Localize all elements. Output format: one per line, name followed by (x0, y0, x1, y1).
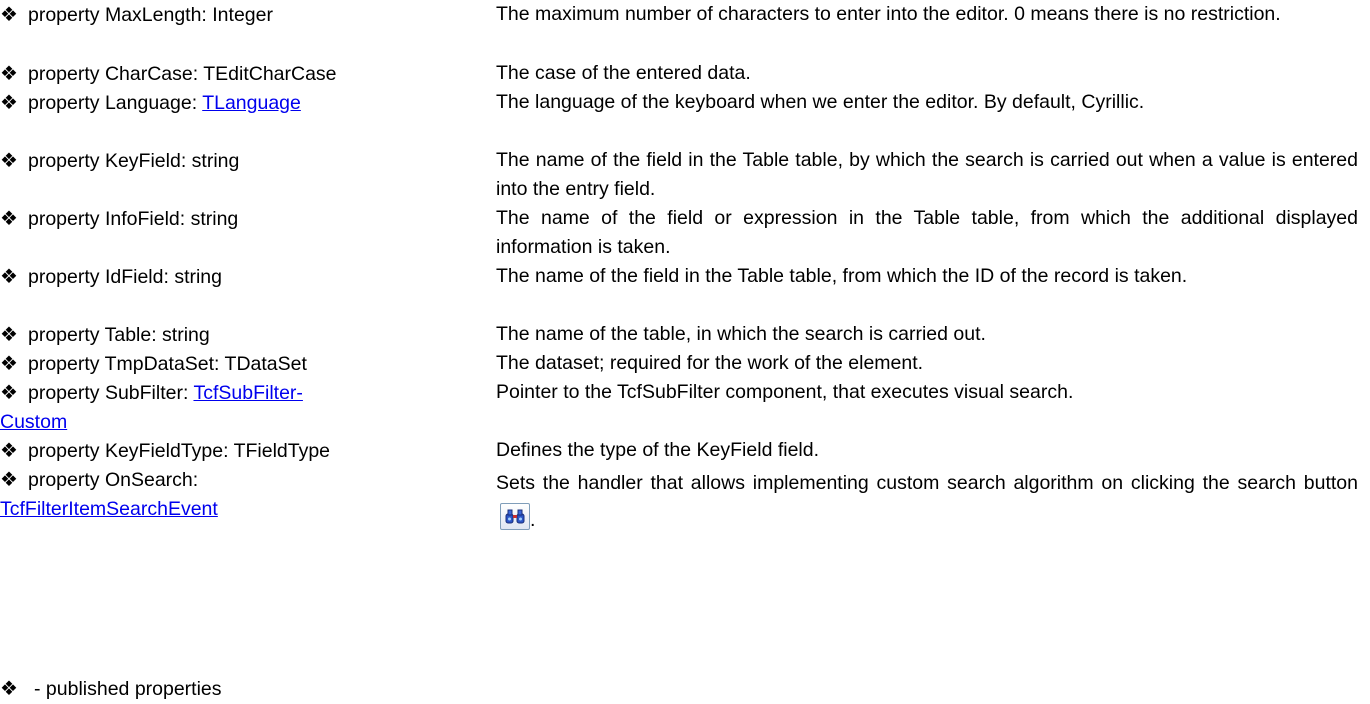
bullet-icon: ❖ (0, 264, 18, 288)
property-name: property InfoField: string (28, 208, 239, 230)
tcfsubfiltercustom-link-part1[interactable]: TcfSubFilter- (193, 382, 302, 404)
property-signature: ❖ property InfoField: string (0, 204, 460, 234)
property-signature: ❖ property Table: string (0, 320, 460, 350)
tcffilteritemsearchevent-link[interactable]: TcfFilterItemSearchEvent (0, 498, 218, 520)
search-button-icon (500, 503, 530, 530)
property-description-period: . (530, 509, 536, 531)
property-signature: ❖ property Language: TLanguage (0, 88, 460, 118)
property-name: property CharCase: TEditCharCase (28, 63, 337, 85)
property-name: property MaxLength: Integer (28, 4, 273, 26)
bullet-icon: ❖ (0, 676, 18, 700)
bullet-icon: ❖ (0, 380, 18, 404)
property-description: The name of the field in the Table table… (496, 149, 1358, 200)
property-signature: ❖ property MaxLength: Integer (0, 0, 460, 30)
bullet-icon: ❖ (0, 206, 18, 230)
property-description: The language of the keyboard when we ent… (496, 91, 1145, 113)
property-signature: ❖ property KeyField: string (0, 146, 460, 176)
legend: ❖ - published properties (0, 674, 222, 704)
bullet-icon: ❖ (0, 90, 18, 114)
property-description: The case of the entered data. (496, 62, 751, 84)
property-name: property SubFilter: (28, 382, 194, 404)
property-description: Sets the handler that allows implementin… (496, 465, 1358, 539)
property-description: The dataset; required for the work of th… (496, 352, 924, 374)
bullet-icon: ❖ (0, 2, 18, 26)
property-description: Defines the type of the KeyField field. (496, 439, 820, 461)
property-signature: ❖ property IdField: string (0, 262, 460, 292)
bullet-icon: ❖ (0, 148, 18, 172)
property-name: property OnSearch: (28, 469, 199, 491)
bullet-icon: ❖ (0, 467, 18, 491)
legend-text: - published properties (34, 678, 222, 700)
property-signature: ❖ property TmpDataSet: TDataSet (0, 349, 460, 379)
property-description: The name of the field or expression in t… (496, 207, 1358, 258)
property-signature: ❖ property KeyFieldType: TFieldType (0, 436, 460, 466)
property-signature: ❖ property OnSearch: TcfFilterItemSearchEv… (0, 465, 460, 524)
bullet-icon: ❖ (0, 438, 18, 462)
tlanguage-link[interactable]: TLanguage (202, 92, 301, 114)
property-name: property KeyFieldType: TFieldType (28, 440, 331, 462)
property-description: Pointer to the TcfSubFilter component, t… (496, 381, 1074, 403)
property-description: The name of the field in the Table table… (496, 265, 1188, 287)
property-description: The name of the table, in which the sear… (496, 323, 986, 345)
tcfsubfiltercustom-link-part2[interactable]: Custom (0, 411, 67, 433)
bullet-icon: ❖ (0, 351, 18, 375)
property-name: property Table: string (28, 324, 210, 346)
property-signature: ❖ property CharCase: TEditCharCase (0, 59, 460, 89)
property-name: property IdField: string (28, 266, 223, 288)
property-name: property Language: (28, 92, 203, 114)
property-description: The maximum number of characters to ente… (496, 3, 1281, 25)
property-signature: ❖ property SubFilter: TcfSubFilter- Custom (0, 378, 460, 437)
property-name: property KeyField: string (28, 150, 240, 172)
property-description-text: Sets the handler that allows implementin… (496, 472, 1358, 494)
bullet-icon: ❖ (0, 322, 18, 346)
bullet-icon: ❖ (0, 61, 18, 85)
property-name: property TmpDataSet: TDataSet (28, 353, 307, 375)
